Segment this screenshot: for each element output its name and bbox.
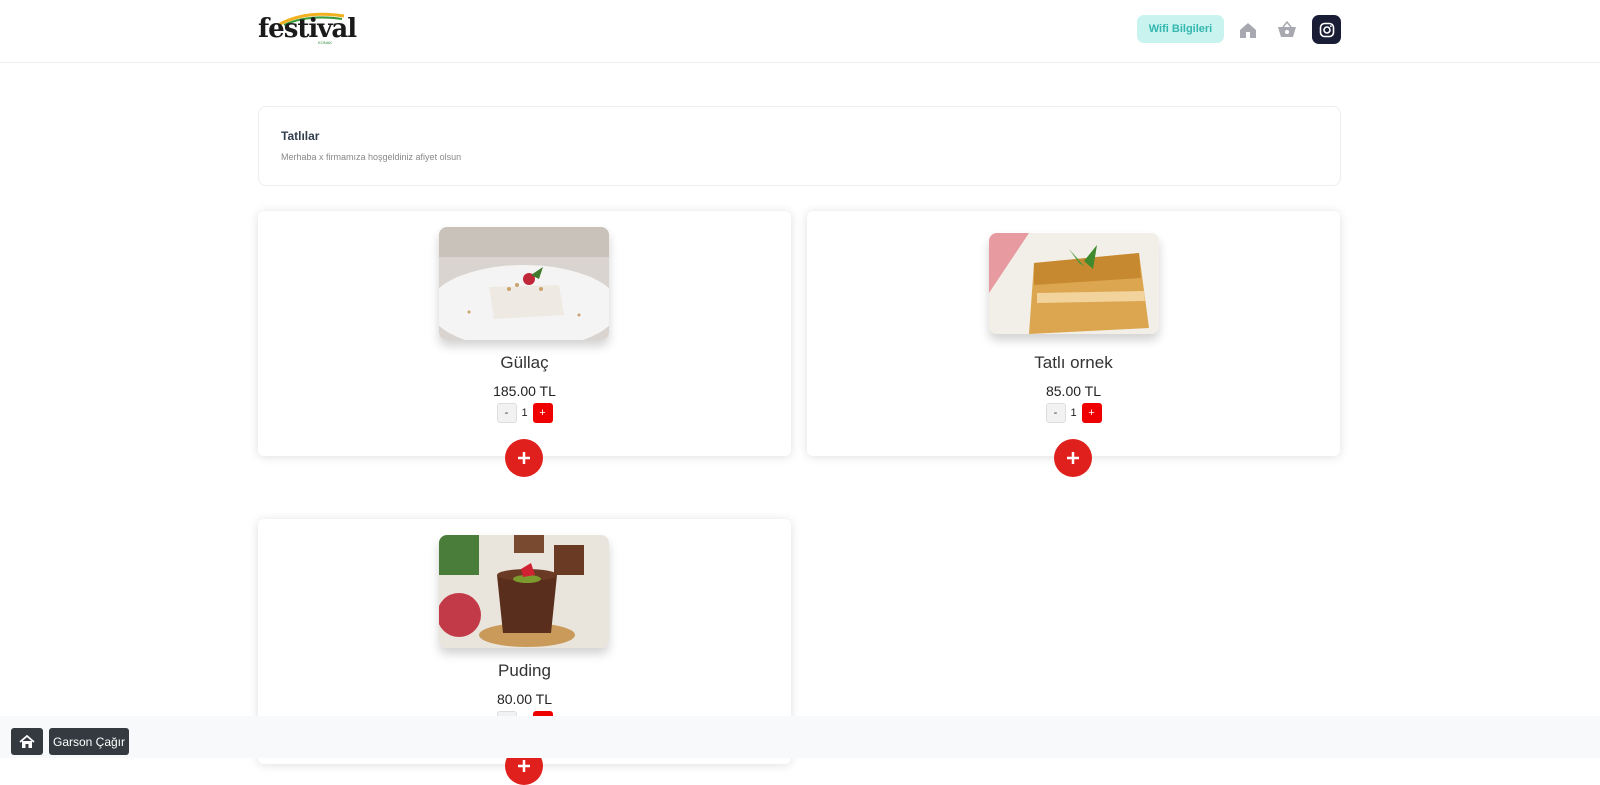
- product-card: Tatlı ornek 85.00 TL - 1 +: [807, 211, 1340, 477]
- plus-icon: [1067, 452, 1079, 464]
- decrease-quantity-button[interactable]: -: [496, 403, 517, 423]
- increase-quantity-button[interactable]: +: [532, 403, 553, 423]
- category-description: Merhaba x firmamıza hoşgeldiniz afiyet o…: [281, 152, 462, 162]
- add-to-cart-button[interactable]: [505, 439, 543, 477]
- logo-text: festival: [258, 14, 357, 44]
- plus-icon: [518, 452, 530, 464]
- product-image-tatli-ornek: [989, 233, 1159, 334]
- basket-icon[interactable]: [1276, 19, 1298, 41]
- category-title: Tatlılar: [281, 129, 320, 143]
- wifi-info-button[interactable]: Wifi Bilgileri: [1137, 15, 1224, 43]
- decrease-quantity-button[interactable]: -: [1045, 403, 1066, 423]
- quantity-stepper: - 1 +: [807, 403, 1340, 423]
- product-price: 80.00 TL: [496, 691, 552, 707]
- quantity-stepper: - 1 +: [258, 403, 791, 423]
- increase-quantity-button[interactable]: +: [1081, 403, 1102, 423]
- instagram-button[interactable]: [1312, 15, 1341, 44]
- quantity-value: 1: [1070, 407, 1077, 419]
- add-to-cart-button[interactable]: [1054, 439, 1092, 477]
- home-icon[interactable]: [1237, 19, 1259, 41]
- product-name: Puding: [498, 661, 551, 680]
- product-name: Tatlı ornek: [1034, 353, 1113, 372]
- product-image-puding: [439, 535, 609, 648]
- logo-subtext: KONAK: [318, 40, 333, 45]
- product-card: Güllaç 185.00 TL - 1 +: [258, 211, 791, 477]
- top-navbar: festival KONAK Wifi Bilgileri: [0, 0, 1600, 63]
- quantity-value: 1: [521, 407, 528, 419]
- call-waiter-button[interactable]: Garson Çağır: [49, 728, 129, 755]
- product-image-gullac: [439, 227, 609, 340]
- category-header-card: Tatlılar Merhaba x firmamıza hoşgeldiniz…: [258, 106, 1341, 186]
- bottom-bar: Garson Çağır: [0, 716, 1600, 758]
- plus-icon: [518, 760, 530, 772]
- product-name: Güllaç: [500, 353, 549, 372]
- product-price: 85.00 TL: [1045, 383, 1101, 399]
- home-button[interactable]: [11, 728, 43, 755]
- home-icon: [19, 734, 35, 748]
- instagram-icon: [1319, 22, 1334, 37]
- festival-logo[interactable]: festival KONAK: [258, 12, 357, 46]
- product-price: 185.00 TL: [493, 383, 556, 399]
